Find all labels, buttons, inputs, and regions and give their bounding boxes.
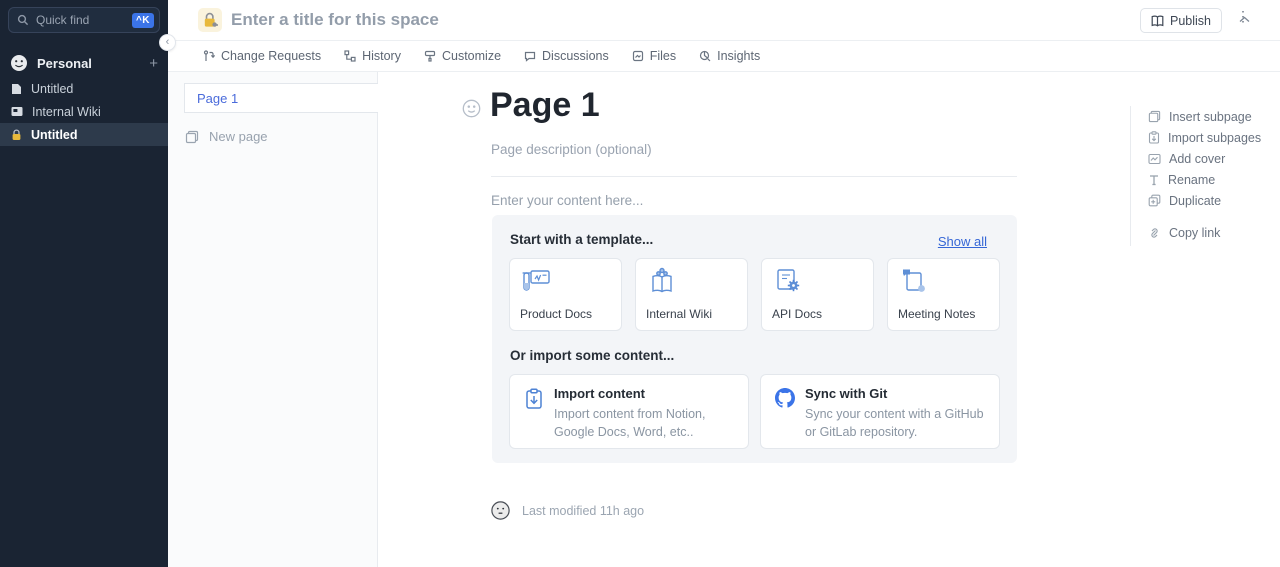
tab-change-requests[interactable]: Change Requests bbox=[203, 49, 321, 63]
tab-history[interactable]: History bbox=[344, 49, 401, 63]
plus-icon[interactable]: + bbox=[149, 56, 158, 71]
template-card-internal-wiki[interactable]: Internal Wiki bbox=[635, 258, 748, 331]
clipboard-down-icon bbox=[1148, 131, 1160, 144]
pull-request-icon bbox=[203, 50, 215, 62]
lock-emoji-icon bbox=[203, 12, 218, 28]
image-page-icon bbox=[11, 106, 23, 117]
speech-bubble-icon bbox=[524, 50, 536, 62]
page-actions-panel: Insert subpage Import subpages Add cover bbox=[1148, 106, 1261, 243]
open-book-tree-icon bbox=[646, 267, 678, 295]
file-image-icon bbox=[632, 50, 644, 62]
divider bbox=[491, 176, 1017, 177]
sidebar-item-untitled-2[interactable]: Untitled bbox=[0, 123, 168, 146]
import-content-card[interactable]: Import content Import content from Notio… bbox=[509, 374, 749, 449]
flow-icon bbox=[344, 50, 356, 62]
template-heading: Start with a template... bbox=[510, 232, 653, 247]
shortcut-badge: ^K bbox=[132, 13, 154, 28]
template-card-product-docs[interactable]: Product Docs bbox=[509, 258, 622, 331]
sidebar-item-untitled-1[interactable]: Untitled bbox=[0, 77, 168, 100]
search-icon bbox=[17, 14, 29, 26]
chevron-up-icon[interactable] bbox=[1239, 10, 1250, 28]
last-modified-row: Last modified 11h ago bbox=[491, 501, 644, 520]
template-card-api-docs[interactable]: API Docs bbox=[761, 258, 874, 331]
duplicate-icon bbox=[1148, 194, 1161, 207]
github-icon bbox=[775, 388, 795, 408]
new-page-label: New page bbox=[209, 129, 268, 144]
quick-find-search[interactable]: Quick find ^K bbox=[8, 7, 160, 33]
chevron-left-icon: ‹ bbox=[166, 37, 170, 48]
workspace-sidebar: Quick find ^K Personal + Untitled bbox=[0, 0, 168, 567]
space-header: Enter a title for this space Publish ⋮ bbox=[168, 0, 1280, 41]
publish-button[interactable]: Publish bbox=[1140, 8, 1222, 33]
template-card-label: API Docs bbox=[772, 307, 822, 321]
doc-gear-icon bbox=[772, 267, 804, 295]
tab-files[interactable]: Files bbox=[632, 49, 676, 63]
template-card-label: Meeting Notes bbox=[898, 307, 975, 321]
action-rename[interactable]: Rename bbox=[1148, 169, 1261, 190]
template-card-meeting-notes[interactable]: Meeting Notes bbox=[887, 258, 1000, 331]
document-editor: Page 1 Page description (optional) Enter… bbox=[378, 72, 1280, 567]
smiley-placeholder-icon[interactable] bbox=[462, 99, 481, 123]
tab-discussions[interactable]: Discussions bbox=[524, 49, 609, 63]
last-modified-text: Last modified 11h ago bbox=[522, 504, 644, 518]
page-title[interactable]: Page 1 bbox=[490, 86, 600, 125]
user-avatar-icon[interactable] bbox=[491, 501, 510, 520]
page-icon bbox=[11, 83, 22, 95]
content-placeholder[interactable]: Enter your content here... bbox=[491, 193, 643, 208]
action-import-subpages[interactable]: Import subpages bbox=[1148, 127, 1261, 148]
action-insert-subpage[interactable]: Insert subpage bbox=[1148, 106, 1261, 127]
link-icon bbox=[1148, 227, 1161, 239]
workspace-name: Personal bbox=[37, 56, 149, 71]
doc-chat-icon bbox=[898, 267, 930, 295]
book-icon bbox=[1151, 15, 1164, 27]
page-tree-panel: Page 1 New page bbox=[168, 72, 378, 567]
insights-icon bbox=[699, 50, 711, 62]
action-add-cover[interactable]: Add cover bbox=[1148, 148, 1261, 169]
import-heading: Or import some content... bbox=[510, 348, 674, 363]
sync-git-title: Sync with Git bbox=[805, 386, 989, 401]
show-all-link[interactable]: Show all bbox=[938, 234, 987, 249]
action-duplicate[interactable]: Duplicate bbox=[1148, 190, 1261, 211]
template-card-label: Internal Wiki bbox=[646, 307, 712, 321]
pages-icon bbox=[185, 130, 199, 144]
flask-formula-icon bbox=[520, 267, 552, 295]
import-cards: Import content Import content from Notio… bbox=[509, 374, 1000, 449]
pages-icon bbox=[1148, 110, 1161, 123]
tab-insights[interactable]: Insights bbox=[699, 49, 760, 63]
publish-label: Publish bbox=[1170, 14, 1211, 28]
space-emoji-button[interactable] bbox=[198, 8, 222, 32]
customize-icon bbox=[424, 50, 436, 62]
workspace-header[interactable]: Personal + bbox=[0, 52, 168, 74]
page-tree-item-selected[interactable]: Page 1 bbox=[184, 83, 378, 113]
cover-image-icon bbox=[1148, 153, 1161, 165]
template-cards: Product Docs Internal Wiki bbox=[509, 258, 1000, 331]
clipboard-down-icon bbox=[524, 388, 544, 410]
smiley-avatar-icon bbox=[10, 54, 28, 72]
tab-customize[interactable]: Customize bbox=[424, 49, 501, 63]
getting-started-panel: Start with a template... Show all bbox=[492, 215, 1017, 463]
import-content-description: Import content from Notion, Google Docs,… bbox=[554, 405, 738, 441]
page-tree-item-label: Page 1 bbox=[197, 91, 238, 106]
space-tab-bar: Change Requests History Customize bbox=[168, 41, 1280, 72]
rename-t-icon bbox=[1148, 174, 1160, 186]
sidebar-collapse-button[interactable]: ‹ bbox=[159, 34, 176, 51]
sidebar-item-internal-wiki[interactable]: Internal Wiki bbox=[0, 100, 168, 123]
new-page-button[interactable]: New page bbox=[185, 129, 268, 144]
sync-git-description: Sync your content with a GitHub or GitLa… bbox=[805, 405, 989, 441]
page-description-input[interactable]: Page description (optional) bbox=[491, 142, 652, 157]
gitbook-space-editor: Quick find ^K Personal + Untitled bbox=[0, 0, 1280, 567]
action-copy-link[interactable]: Copy link bbox=[1148, 222, 1261, 243]
quick-find-label: Quick find bbox=[36, 13, 132, 27]
sync-with-git-card[interactable]: Sync with Git Sync your content with a G… bbox=[760, 374, 1000, 449]
divider bbox=[1130, 106, 1131, 246]
import-content-title: Import content bbox=[554, 386, 738, 401]
template-card-label: Product Docs bbox=[520, 307, 592, 321]
space-title-input[interactable]: Enter a title for this space bbox=[231, 10, 439, 30]
space-list: Untitled Internal Wiki Untitled bbox=[0, 77, 168, 146]
lock-icon bbox=[11, 129, 22, 141]
